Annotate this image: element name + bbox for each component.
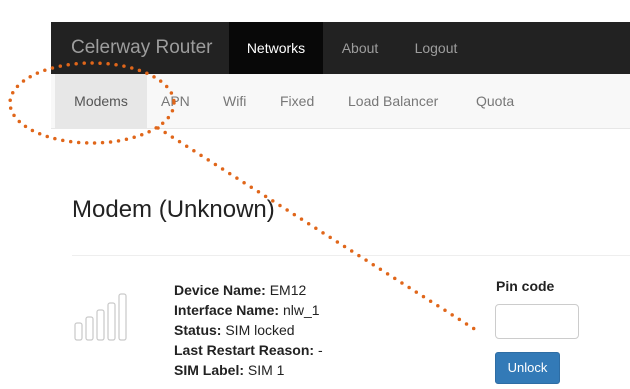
device-name-row: Device Name: EM12 [174, 280, 323, 300]
sub-navbar: Modems APN Wifi Fixed Load Balancer Quot… [51, 74, 630, 129]
signal-bar-1 [74, 322, 83, 341]
page-title: Modem (Unknown) [72, 196, 275, 223]
field-label: SIM Label: [174, 362, 245, 378]
field-value: SIM locked [225, 322, 295, 338]
interface-name-row: Interface Name: nlw_1 [174, 300, 323, 320]
field-value: EM12 [269, 282, 307, 298]
field-label: Status: [174, 322, 222, 338]
subnav-load-balancer[interactable]: Load Balancer [348, 74, 438, 128]
signal-bar-2 [85, 316, 94, 341]
unlock-button[interactable]: Unlock [495, 352, 560, 384]
pin-code-label: Pin code [496, 278, 555, 294]
nav-logout[interactable]: Logout [397, 22, 475, 74]
signal-bar-3 [96, 309, 105, 341]
last-restart-reason-row: Last Restart Reason: - [174, 340, 323, 360]
signal-bar-5 [118, 293, 127, 341]
brand-logo[interactable]: Celerway Router [71, 22, 213, 74]
section-divider [72, 255, 630, 256]
status-row: Status: SIM locked [174, 320, 323, 340]
field-value: nlw_1 [282, 302, 320, 318]
signal-bar-4 [107, 302, 116, 341]
top-navbar: Celerway Router Networks About Logout [51, 22, 630, 74]
field-value: - [317, 342, 323, 358]
subnav-fixed[interactable]: Fixed [280, 74, 314, 128]
modem-details: Device Name: EM12 Interface Name: nlw_1 … [174, 280, 323, 380]
subnav-apn[interactable]: APN [161, 74, 190, 128]
sim-label-row: SIM Label: SIM 1 [174, 360, 323, 380]
field-value: SIM 1 [247, 362, 285, 378]
signal-bars-icon [74, 293, 127, 341]
subnav-modems[interactable]: Modems [55, 74, 147, 128]
nav-about[interactable]: About [327, 22, 393, 74]
field-label: Device Name: [174, 282, 266, 298]
pin-code-input[interactable] [495, 304, 579, 339]
field-label: Interface Name: [174, 302, 280, 318]
subnav-quota[interactable]: Quota [476, 74, 514, 128]
nav-networks[interactable]: Networks [229, 22, 323, 74]
subnav-wifi[interactable]: Wifi [223, 74, 246, 128]
field-label: Last Restart Reason: [174, 342, 315, 358]
